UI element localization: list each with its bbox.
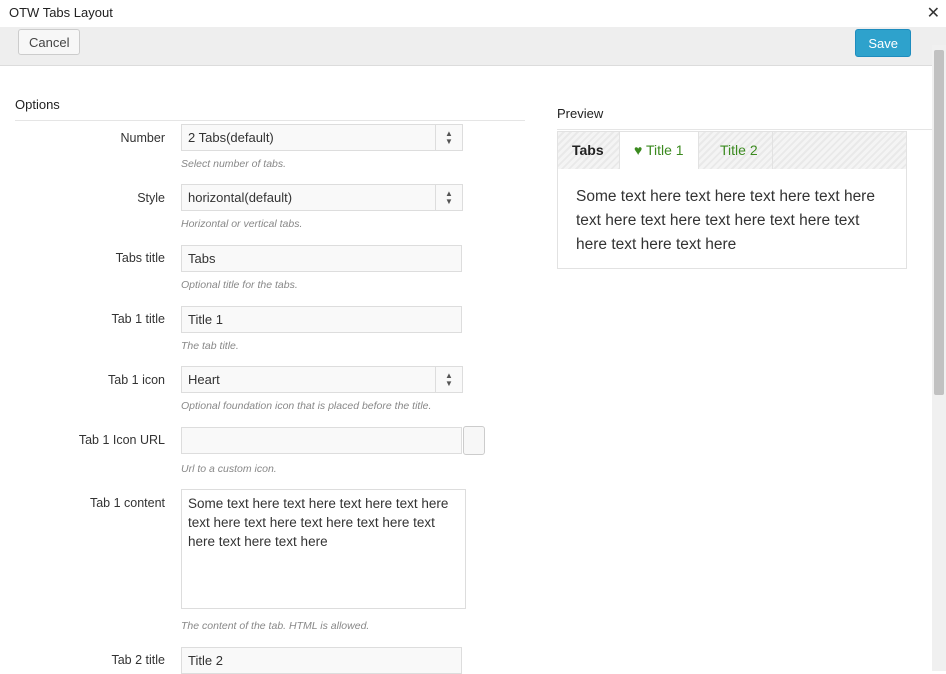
number-select-value: 2 Tabs(default) [188, 130, 274, 145]
select-arrows-icon: ▲ ▼ [435, 125, 462, 150]
select-arrows-icon: ▲ ▼ [435, 367, 462, 392]
tab1-icon-hint: Optional foundation icon that is placed … [181, 400, 432, 412]
scrollbar-thumb[interactable] [934, 50, 944, 395]
tabs-title-label: Tabs title [115, 251, 165, 265]
style-label: Style [137, 191, 165, 205]
tab1-content-textarea[interactable]: Some text here text here text here text … [181, 489, 466, 609]
cancel-button[interactable]: Cancel [18, 29, 81, 55]
heart-icon: ♥ [634, 142, 643, 158]
vertical-scrollbar[interactable] [932, 45, 946, 671]
tab1-icon-url-input[interactable] [181, 427, 462, 454]
icon-url-browse-button[interactable] [463, 426, 485, 455]
style-hint: Horizontal or vertical tabs. [181, 218, 303, 230]
tab1-title-input[interactable]: Title 1 [181, 306, 462, 333]
tab1-icon-url-label: Tab 1 Icon URL [78, 433, 165, 447]
tab1-icon-select-value: Heart [188, 372, 220, 387]
tab1-title-label: Tab 1 title [111, 312, 165, 326]
tab1-icon-url-hint: Url to a custom icon. [181, 463, 277, 475]
options-divider [15, 120, 525, 121]
close-icon[interactable]: ✕ [927, 3, 940, 23]
options-heading: Options [15, 97, 60, 112]
dialog-title: OTW Tabs Layout [9, 5, 113, 20]
dialog-toolbar: Cancel Save [0, 27, 946, 66]
preview-tab-1-label: Title 1 [645, 142, 684, 158]
number-label: Number [120, 131, 165, 145]
tabs-title-hint: Optional title for the tabs. [181, 279, 298, 291]
dialog-titlebar: OTW Tabs Layout ✕ [0, 0, 946, 27]
tabs-title-input[interactable]: Tabs [181, 245, 462, 272]
preview-tab-1[interactable]: ♥ Title 1 [619, 132, 699, 169]
style-select[interactable]: horizontal(default) ▲ ▼ [181, 184, 463, 211]
preview-tab-2[interactable]: Title 2 [706, 132, 773, 169]
preview-heading: Preview [557, 106, 604, 121]
tabs-preview: Tabs ♥ Title 1 Title 2 Some text here te… [557, 131, 907, 269]
number-hint: Select number of tabs. [181, 158, 287, 170]
style-select-value: horizontal(default) [188, 190, 293, 205]
tab1-content-label: Tab 1 content [89, 496, 165, 510]
preview-tab-strip: Tabs ♥ Title 1 Title 2 [558, 132, 906, 169]
number-select[interactable]: 2 Tabs(default) ▲ ▼ [181, 124, 463, 151]
select-arrows-icon: ▲ ▼ [435, 185, 462, 210]
preview-tab-content: Some text here text here text here text … [558, 169, 906, 268]
preview-tabs-title: Tabs [572, 142, 604, 158]
tab1-content-hint: The content of the tab. HTML is allowed. [181, 620, 370, 632]
tab2-title-label: Tab 2 title [111, 653, 165, 667]
tab2-title-input[interactable]: Title 2 [181, 647, 462, 674]
tab1-icon-label: Tab 1 icon [108, 373, 165, 387]
tab1-title-hint: The tab title. [181, 340, 239, 352]
tab1-icon-select[interactable]: Heart ▲ ▼ [181, 366, 463, 393]
preview-divider [557, 129, 932, 130]
save-button[interactable]: Save [855, 29, 911, 57]
